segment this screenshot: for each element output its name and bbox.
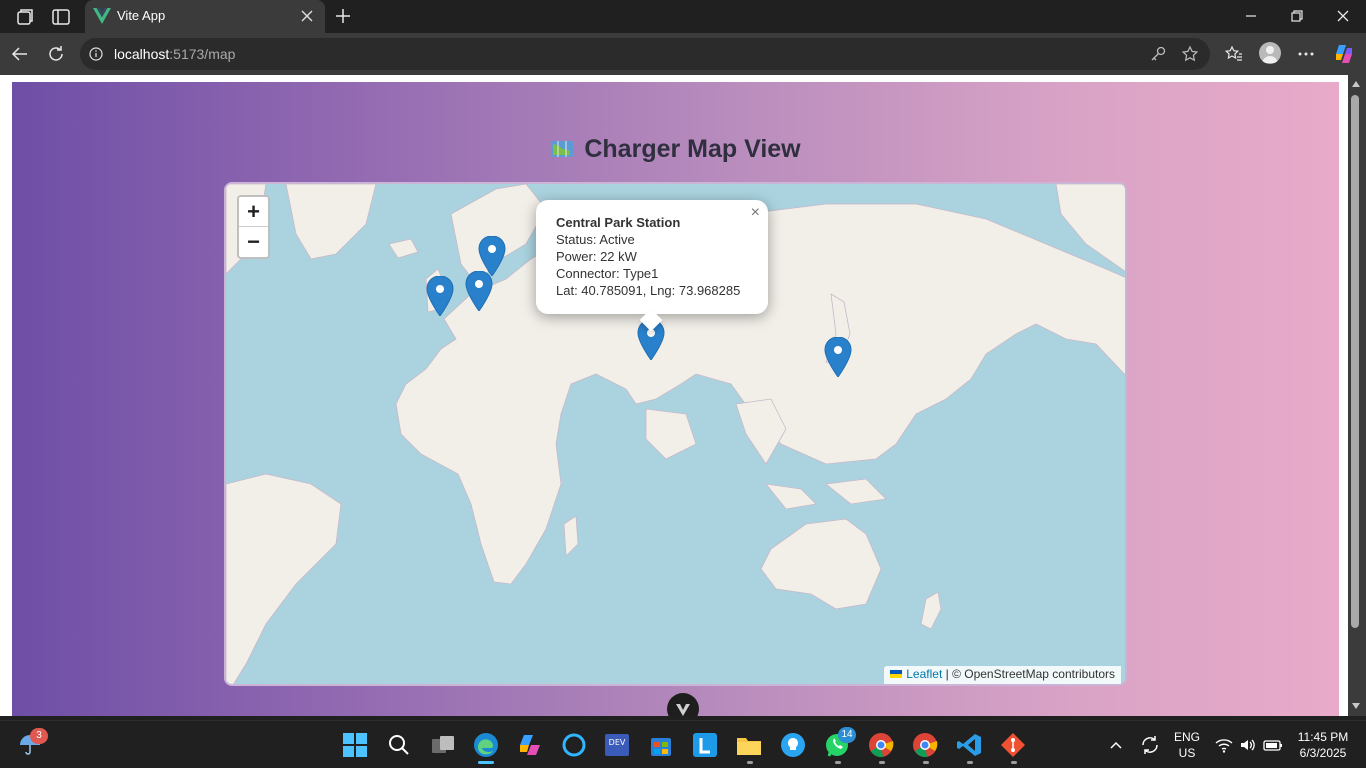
browser-toolbar: localhost:5173/map bbox=[0, 33, 1366, 75]
zoom-in-button[interactable]: + bbox=[239, 197, 268, 227]
microsoft-store-icon[interactable] bbox=[647, 731, 675, 759]
zoom-out-button[interactable]: − bbox=[239, 227, 268, 257]
l-app-icon[interactable] bbox=[691, 731, 719, 759]
map-marker[interactable] bbox=[824, 337, 852, 377]
sync-icon[interactable] bbox=[1139, 734, 1161, 756]
show-hidden-icons-chevron[interactable] bbox=[1108, 737, 1124, 753]
tab-title: Vite App bbox=[117, 8, 166, 23]
dev-home-icon[interactable]: DEV bbox=[603, 731, 631, 759]
app-page: Charger Map View + − × Central Park Stat… bbox=[12, 82, 1339, 716]
copilot-app-icon[interactable] bbox=[516, 731, 544, 759]
tips-bulb-icon[interactable] bbox=[779, 731, 807, 759]
refresh-icon[interactable] bbox=[46, 44, 66, 64]
windows-taskbar: 3 DEV 14 ENG US 11:45 PM 6/3/2025 bbox=[0, 720, 1366, 768]
volume-icon[interactable] bbox=[1239, 736, 1257, 754]
edge-browser-icon[interactable] bbox=[472, 731, 500, 759]
copilot-icon[interactable] bbox=[1332, 42, 1356, 66]
vscode-running-indicator bbox=[967, 761, 973, 764]
leaflet-link[interactable]: Leaflet bbox=[906, 667, 942, 681]
weather-badge: 3 bbox=[30, 728, 48, 744]
page-title: Charger Map View bbox=[12, 135, 1339, 164]
popup-connector: Connector: Type1 bbox=[556, 266, 659, 281]
url-text[interactable]: localhost:5173/map bbox=[114, 46, 235, 62]
osm-attribution: © OpenStreetMap contributors bbox=[952, 667, 1115, 681]
chrome-profile-running-indicator bbox=[923, 761, 929, 764]
popup-status: Status: Active bbox=[556, 232, 635, 247]
workspaces-icon[interactable] bbox=[14, 6, 36, 28]
map-marker[interactable] bbox=[465, 271, 493, 311]
explorer-running-indicator bbox=[747, 761, 753, 764]
scroll-up-icon[interactable] bbox=[1351, 79, 1361, 89]
address-bar[interactable]: localhost:5173/map bbox=[80, 38, 1210, 70]
chrome-icon[interactable] bbox=[867, 731, 895, 759]
page-title-text: Charger Map View bbox=[584, 135, 801, 163]
edge-running-indicator bbox=[478, 761, 494, 764]
file-explorer-icon[interactable] bbox=[735, 731, 763, 759]
windows-start-icon[interactable] bbox=[341, 731, 369, 759]
popup-coordinates: Lat: 40.785091, Lng: 73.968285 bbox=[556, 283, 741, 298]
marker-popup: × Central Park Station Status: Active Po… bbox=[536, 200, 768, 332]
battery-icon[interactable] bbox=[1263, 737, 1283, 753]
more-options-icon[interactable] bbox=[1296, 44, 1316, 64]
wifi-icon[interactable] bbox=[1215, 736, 1233, 754]
popup-close-button[interactable]: × bbox=[751, 204, 760, 221]
vscode-icon[interactable] bbox=[955, 731, 983, 759]
password-key-icon[interactable] bbox=[1149, 45, 1167, 63]
map-marker[interactable] bbox=[478, 236, 506, 276]
vue-devtools-button[interactable] bbox=[667, 693, 699, 716]
minimize-icon[interactable] bbox=[1241, 6, 1261, 26]
profile-avatar[interactable] bbox=[1259, 42, 1281, 64]
scroll-down-icon[interactable] bbox=[1351, 701, 1361, 711]
ukraine-flag-icon bbox=[890, 670, 903, 678]
scrollbar-thumb[interactable] bbox=[1351, 95, 1359, 628]
git-running-indicator bbox=[1011, 761, 1017, 764]
clock[interactable]: 11:45 PM 6/3/2025 bbox=[1290, 729, 1356, 761]
close-window-icon[interactable] bbox=[1333, 6, 1353, 26]
chrome-profile-icon[interactable] bbox=[911, 731, 939, 759]
task-view-icon[interactable] bbox=[429, 731, 457, 759]
new-tab-icon[interactable] bbox=[333, 6, 353, 26]
close-tab-icon[interactable] bbox=[299, 8, 315, 24]
cortana-icon[interactable] bbox=[560, 731, 588, 759]
popup-station-name: Central Park Station bbox=[556, 215, 681, 230]
whatsapp-badge: 14 bbox=[838, 727, 856, 743]
leaflet-map[interactable]: + − × Central Park Station Status: Activ… bbox=[224, 182, 1127, 686]
tab-vite-app[interactable]: Vite App bbox=[85, 0, 325, 33]
browser-title-bar: Vite App bbox=[0, 0, 1366, 33]
git-app-icon[interactable] bbox=[999, 731, 1027, 759]
world-map-emoji-icon bbox=[551, 141, 574, 157]
map-attribution: Leaflet | © OpenStreetMap contributors bbox=[884, 666, 1121, 684]
vue-logo-icon bbox=[93, 8, 111, 24]
language-indicator[interactable]: ENG US bbox=[1170, 729, 1204, 761]
browser-viewport: Charger Map View + − × Central Park Stat… bbox=[0, 75, 1366, 716]
restore-icon[interactable] bbox=[1287, 6, 1307, 26]
clock-date: 6/3/2025 bbox=[1299, 746, 1347, 760]
favorite-star-icon[interactable] bbox=[1181, 45, 1199, 63]
clock-time: 11:45 PM bbox=[1297, 730, 1349, 744]
tab-actions-icon[interactable] bbox=[50, 6, 72, 28]
site-info-icon[interactable] bbox=[89, 47, 103, 61]
popup-power: Power: 22 kW bbox=[556, 249, 637, 264]
svg-text:DEV: DEV bbox=[609, 738, 626, 747]
map-marker[interactable] bbox=[426, 276, 454, 316]
back-icon[interactable] bbox=[10, 44, 30, 64]
whatsapp-running-indicator bbox=[835, 761, 841, 764]
page-scrollbar[interactable] bbox=[1348, 75, 1366, 716]
zoom-control: + − bbox=[237, 195, 270, 259]
chrome-running-indicator bbox=[879, 761, 885, 764]
favorites-icon[interactable] bbox=[1224, 44, 1244, 64]
search-icon[interactable] bbox=[385, 731, 413, 759]
